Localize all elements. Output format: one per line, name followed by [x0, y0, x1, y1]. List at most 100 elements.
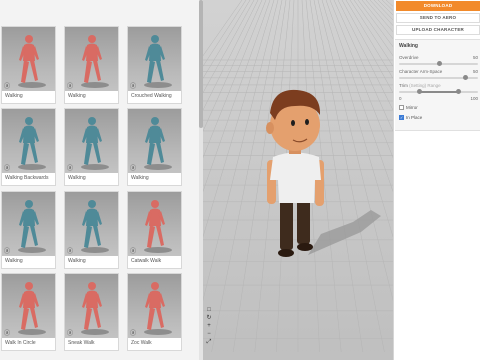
animation-card-label: Walking	[5, 258, 23, 264]
animation-card-label: Zoc Walk	[131, 340, 152, 346]
animation-card[interactable]: ⓐ Walking	[1, 191, 56, 269]
animation-thumbnail: ⓐ	[65, 192, 118, 256]
arm-space-label: Character Arm-Space	[399, 69, 443, 74]
animation-card-label: Walking Backwards	[5, 175, 49, 181]
animation-type-icon: ⓐ	[130, 166, 137, 172]
trim-label-text: Trim	[399, 83, 408, 88]
trim-end-handle[interactable]	[456, 89, 462, 94]
trim-range-fill	[418, 91, 459, 93]
animation-card-label: Catwalk Walk	[131, 258, 162, 264]
animation-thumbnail: ⓐ	[2, 109, 55, 173]
animation-thumbnail: ⓐ	[2, 192, 55, 256]
viewport-bottom-bar	[203, 352, 393, 360]
animation-thumbnail: ⓐ	[128, 274, 181, 338]
animation-card[interactable]: ⓐ Walking	[64, 108, 119, 186]
mirror-checkbox[interactable]: Mirror	[399, 105, 418, 111]
trim-min: 0	[399, 96, 402, 101]
mannequin-figure	[81, 200, 109, 253]
overdrive-value: 50	[472, 55, 478, 60]
animation-card-label: Walking	[68, 258, 86, 264]
settings-panel: DOWNLOAD SEND TO AERO UPLOAD CHARACTER W…	[393, 0, 480, 360]
animation-thumbnail: ⓐ	[2, 27, 55, 91]
mannequin-figure	[18, 282, 46, 335]
frame-icon[interactable]: □	[205, 306, 213, 314]
mannequin-figure	[18, 200, 46, 253]
viewport-scene	[203, 0, 393, 360]
app-root: ⓐ Walking ⓐ Walking ⓐ Crouched Walking ⓐ Walkin…	[0, 0, 480, 360]
animation-card[interactable]: ⓐ Zoc Walk	[127, 273, 182, 351]
character-ear	[266, 122, 274, 134]
trim-hint: (Setting) Range	[409, 83, 441, 88]
animation-card[interactable]: ⓐ Walking	[64, 26, 119, 104]
trim-label: Trim (Setting) Range	[399, 83, 441, 88]
mannequin-figure	[144, 35, 172, 88]
character-viewport[interactable]	[203, 0, 393, 360]
animation-thumbnail: ⓐ	[128, 27, 181, 91]
fullscreen-icon[interactable]: ⤢	[205, 338, 213, 346]
download-button[interactable]: DOWNLOAD	[396, 1, 480, 11]
send-to-aero-button[interactable]: SEND TO AERO	[396, 13, 480, 23]
animation-type-icon: ⓐ	[67, 249, 74, 255]
animation-card-label: Crouched Walking	[131, 93, 172, 99]
character-right-shoe	[297, 243, 313, 251]
rotate-icon[interactable]: ↻	[205, 314, 213, 322]
animation-type-icon: ⓐ	[130, 331, 137, 337]
animation-card[interactable]: ⓐ Walk In Circle	[1, 273, 56, 351]
mirror-checkbox-box[interactable]	[399, 105, 404, 111]
animation-card[interactable]: ⓐ Sneak Walk	[64, 273, 119, 351]
animation-card-label: Walking	[131, 175, 149, 181]
mirror-checkbox-label: Mirror	[406, 105, 418, 110]
overdrive-slider[interactable]	[399, 61, 478, 66]
animation-settings: Walking Overdrive 50 Character Arm-Space…	[395, 39, 480, 131]
trim-max: 100	[470, 96, 478, 101]
animation-thumbnail: ⓐ	[65, 27, 118, 91]
animation-type-icon: ⓐ	[130, 84, 137, 90]
animation-card[interactable]: ⓐ Walking Backwards	[1, 108, 56, 186]
animation-type-icon: ⓐ	[67, 84, 74, 90]
animation-name: Walking	[399, 43, 418, 49]
animation-type-icon: ⓐ	[67, 166, 74, 172]
trim-start-handle[interactable]	[416, 89, 422, 94]
animation-card-label: Walking	[68, 93, 86, 99]
mannequin-figure	[81, 35, 109, 88]
animation-type-icon: ⓐ	[4, 166, 11, 172]
animation-thumbnail: ⓐ	[128, 109, 181, 173]
animation-card[interactable]: ⓐ Walking	[1, 26, 56, 104]
overdrive-slider-handle[interactable]	[436, 61, 442, 66]
mannequin-figure	[144, 117, 172, 170]
mannequin-figure	[81, 117, 109, 170]
animation-card-label: Sneak Walk	[68, 340, 95, 346]
animation-type-icon: ⓐ	[130, 249, 137, 255]
character-left-shoe	[278, 249, 294, 257]
animation-thumbnail: ⓐ	[65, 274, 118, 338]
character-left-eye	[291, 120, 295, 126]
animation-type-icon: ⓐ	[67, 331, 74, 337]
trim-range-slider[interactable]	[399, 89, 478, 94]
animation-card[interactable]: ⓐ Crouched Walking	[127, 26, 182, 104]
animation-type-icon: ⓐ	[4, 331, 11, 337]
animation-card-label: Walk In Circle	[5, 340, 36, 346]
character-right-eye	[305, 119, 309, 125]
animation-type-icon: ⓐ	[4, 249, 11, 255]
zoom-out-icon[interactable]: −	[205, 330, 213, 338]
animation-thumbnail: ⓐ	[65, 109, 118, 173]
animation-card-label: Walking	[5, 93, 23, 99]
animation-thumbnail: ⓐ	[2, 274, 55, 338]
in-place-checkbox-label: In Place	[406, 115, 423, 120]
animation-card[interactable]: ⓐ Walking	[127, 108, 182, 186]
mannequin-figure	[18, 117, 46, 170]
animation-card[interactable]: ⓐ Walking	[64, 191, 119, 269]
arm-space-slider[interactable]	[399, 75, 478, 80]
mannequin-figure	[144, 282, 172, 335]
in-place-checkbox-box[interactable]: ✓	[399, 115, 404, 121]
character-left-leg	[280, 198, 293, 250]
upload-character-button[interactable]: UPLOAD CHARACTER	[396, 25, 480, 35]
character-right-leg	[297, 198, 310, 244]
in-place-checkbox[interactable]: ✓ In Place	[399, 115, 423, 121]
mannequin-figure	[18, 35, 46, 88]
animation-type-icon: ⓐ	[4, 84, 11, 90]
mannequin-figure	[81, 282, 109, 335]
animation-card[interactable]: ⓐ Catwalk Walk	[127, 191, 182, 269]
arm-space-slider-handle[interactable]	[463, 75, 469, 80]
zoom-in-icon[interactable]: +	[205, 322, 213, 330]
